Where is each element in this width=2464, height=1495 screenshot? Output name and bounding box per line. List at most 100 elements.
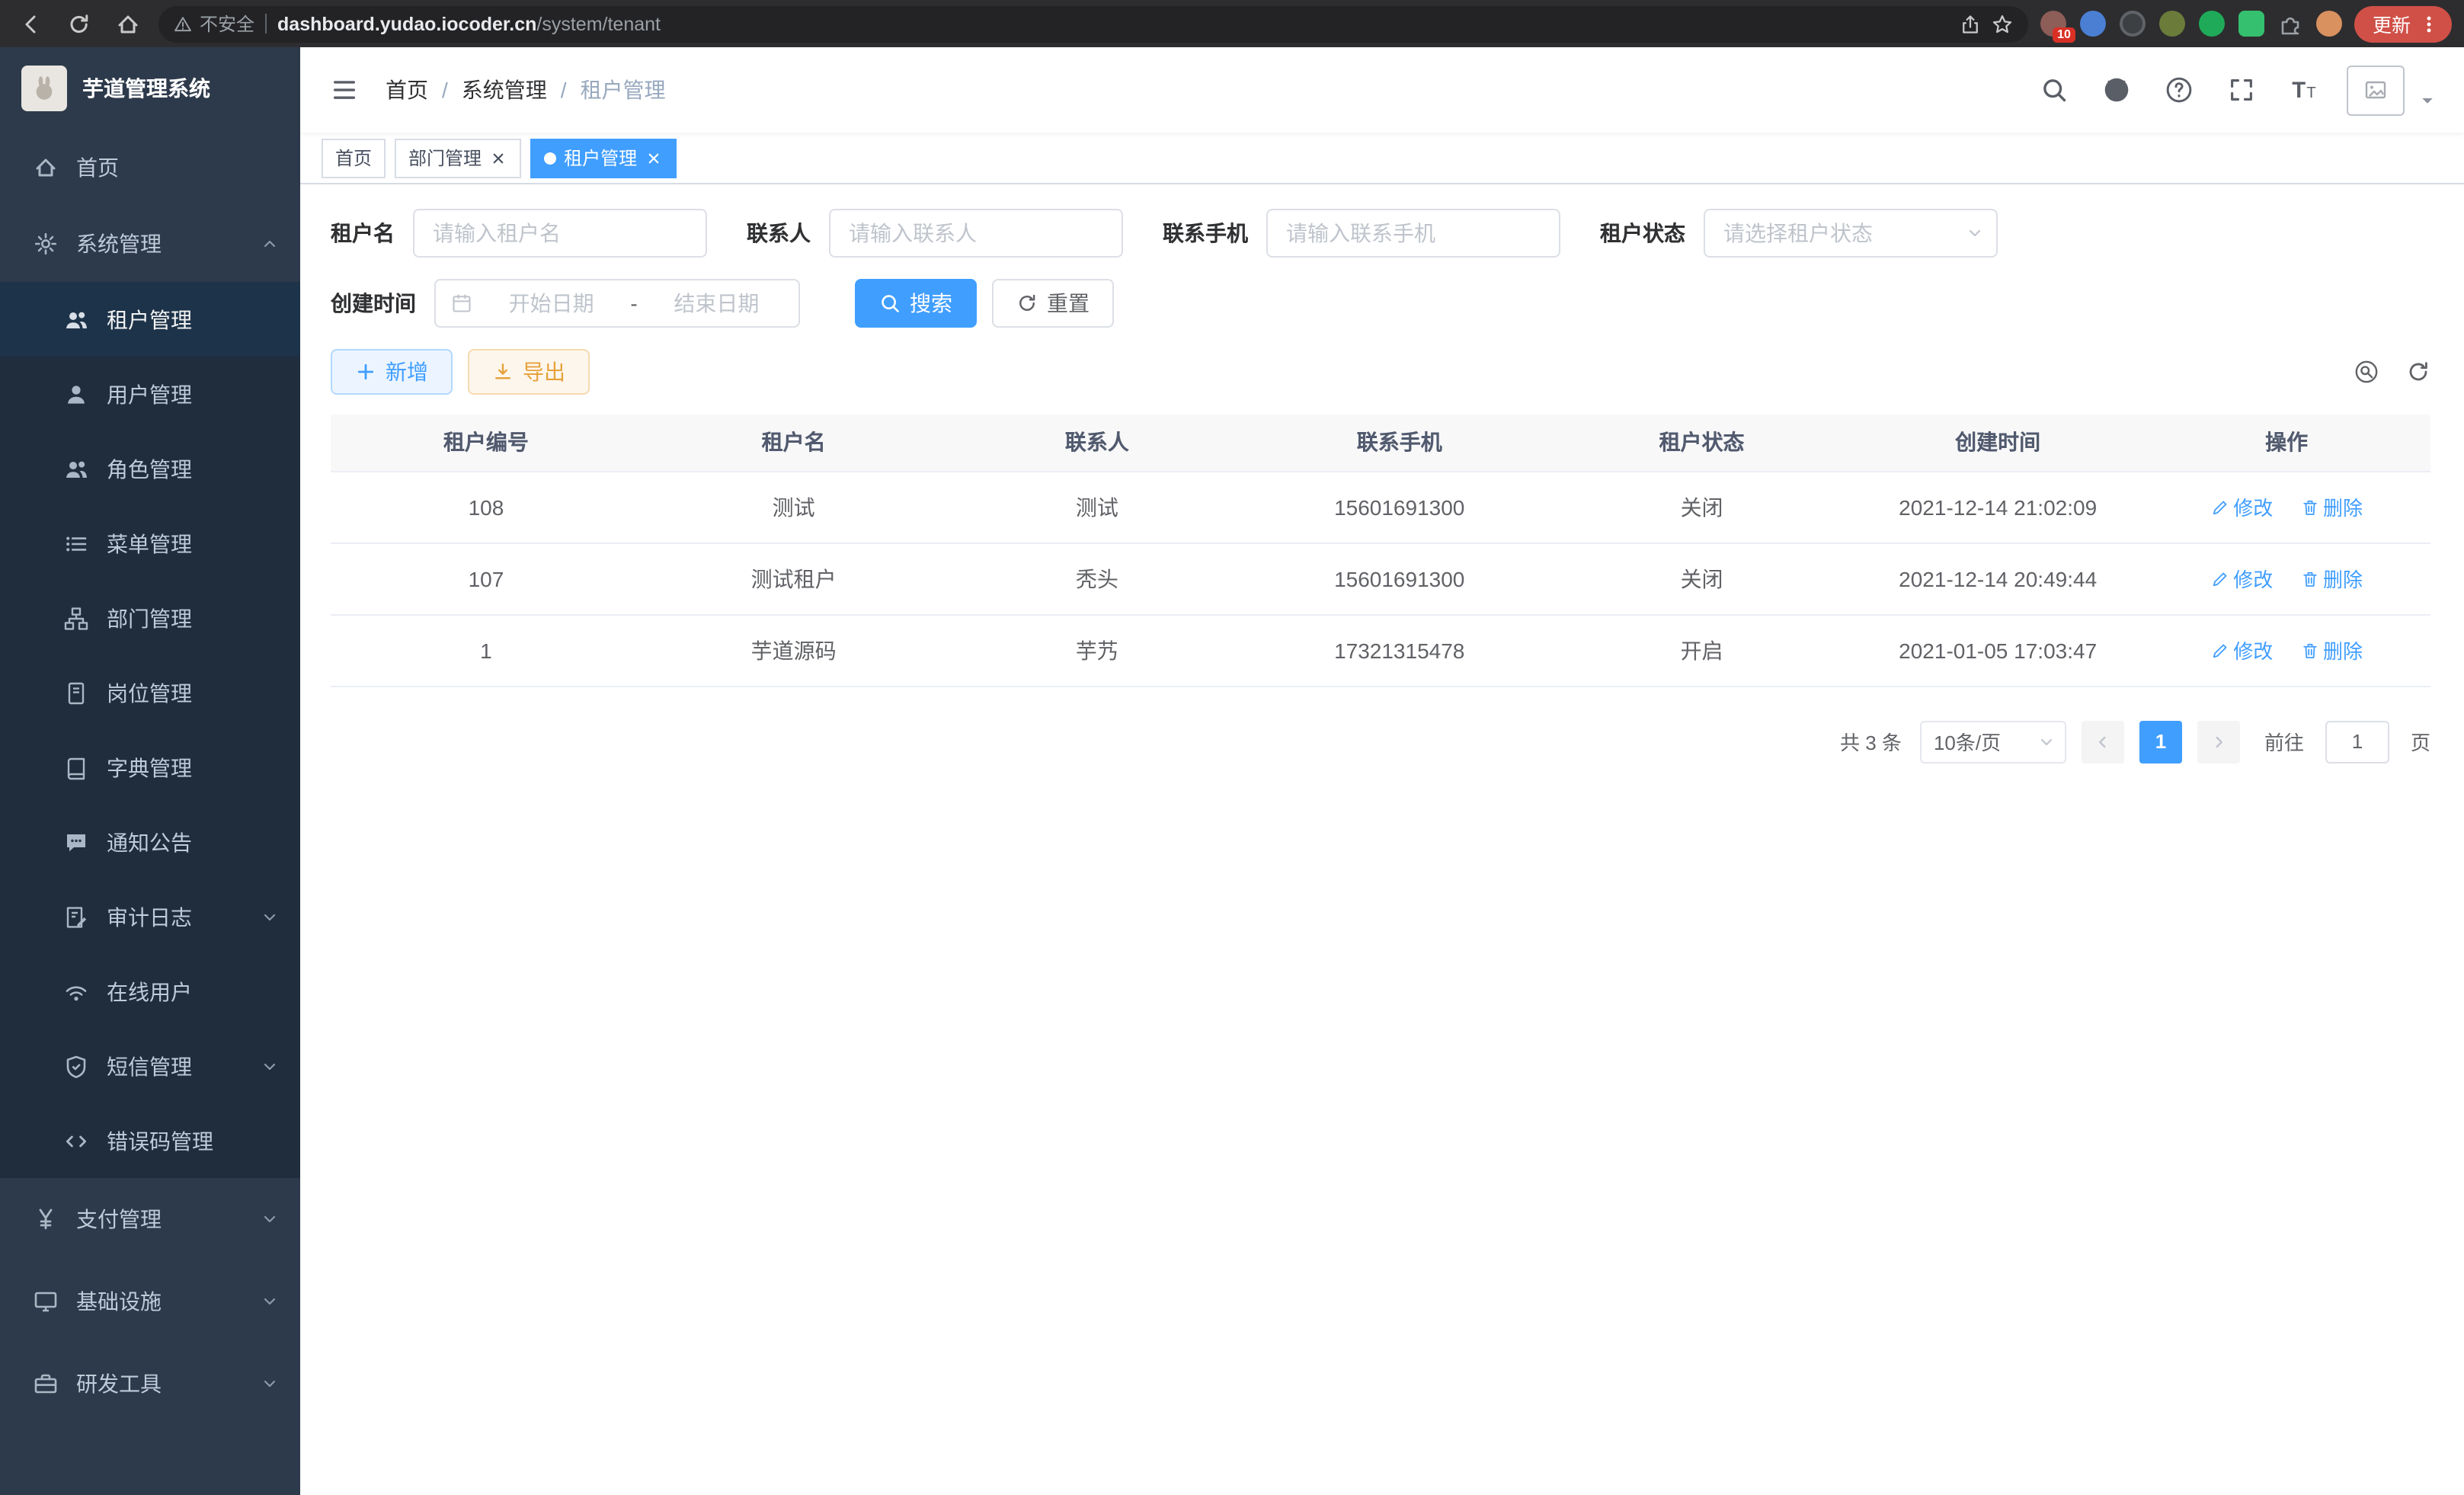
- help-icon[interactable]: [2159, 70, 2199, 110]
- sidebar-item-system[interactable]: 系统管理: [0, 206, 300, 282]
- sidebar-item-user[interactable]: 用户管理: [0, 357, 300, 431]
- delete-link[interactable]: 删除: [2300, 635, 2363, 664]
- search-icon[interactable]: [2034, 70, 2074, 110]
- browser-reload-button[interactable]: [61, 5, 98, 42]
- security-indicator[interactable]: 不安全: [174, 11, 254, 37]
- date-start-placeholder: 开始日期: [485, 288, 618, 319]
- page-number-button[interactable]: 1: [2139, 720, 2182, 763]
- update-label: 更新: [2373, 9, 2411, 38]
- add-button[interactable]: 新增: [331, 349, 453, 395]
- puzzle-extensions-icon[interactable]: [2278, 11, 2302, 36]
- sidebar-item-dev-tools[interactable]: 研发工具: [0, 1343, 300, 1425]
- sidebar-item-tenant[interactable]: 租户管理: [0, 282, 300, 357]
- delete-link[interactable]: 删除: [2300, 564, 2363, 593]
- fullscreen-icon[interactable]: [2222, 70, 2261, 110]
- sidebar-item-infrastructure[interactable]: 基础设施: [0, 1260, 300, 1343]
- prev-page-button[interactable]: [2082, 720, 2124, 763]
- github-icon[interactable]: [2097, 70, 2136, 110]
- goto-page-input[interactable]: [2325, 720, 2389, 763]
- chevron-down-icon: [261, 1375, 279, 1393]
- tab-label: 部门管理: [408, 145, 482, 171]
- browser-profile-avatar[interactable]: [2316, 11, 2342, 37]
- system-submenu: 租户管理 用户管理 角色管理 菜单管理 部门管理: [0, 282, 300, 1178]
- tab-home[interactable]: 首页: [322, 138, 386, 178]
- share-icon[interactable]: [1960, 13, 1981, 34]
- extension-icon-1[interactable]: 10: [2040, 11, 2066, 37]
- phone-input[interactable]: [1266, 209, 1560, 258]
- address-bar[interactable]: 不安全 dashboard.yudao.iocoder.cn/system/te…: [158, 5, 2028, 42]
- logo-avatar: [21, 66, 67, 111]
- close-icon[interactable]: [645, 149, 663, 167]
- sidebar-item-post[interactable]: 岗位管理: [0, 655, 300, 730]
- browser-home-button[interactable]: [110, 5, 146, 42]
- extensions-area: 10: [2040, 11, 2342, 37]
- reset-button[interactable]: 重置: [992, 279, 1114, 328]
- sidebar-item-label: 租户管理: [107, 304, 192, 335]
- font-size-icon[interactable]: [2284, 70, 2324, 110]
- extension-icon-3[interactable]: [2120, 11, 2146, 37]
- extension-icon-5[interactable]: [2199, 11, 2225, 37]
- sidebar-item-audit-log[interactable]: 审计日志: [0, 879, 300, 954]
- sidebar-item-role[interactable]: 角色管理: [0, 431, 300, 506]
- cell-tenant-id: 108: [469, 495, 504, 519]
- extension-icon-2[interactable]: [2080, 11, 2106, 37]
- breadcrumb-system[interactable]: 系统管理: [462, 75, 547, 105]
- extension-icon-4[interactable]: [2159, 11, 2185, 37]
- chevron-down-icon: [1966, 224, 1984, 242]
- page-size-value: 10条/页: [1934, 727, 2037, 756]
- shield-icon: [64, 1054, 88, 1078]
- tenant-name-input[interactable]: [413, 209, 707, 258]
- contact-input[interactable]: [829, 209, 1123, 258]
- bookmark-star-icon[interactable]: [1992, 13, 2013, 34]
- extension-icon-6[interactable]: [2238, 11, 2264, 37]
- close-icon[interactable]: [489, 149, 507, 167]
- trash-icon: [2300, 641, 2318, 659]
- status-select[interactable]: 请选择租户状态: [1704, 209, 1998, 258]
- sidebar-item-home[interactable]: 首页: [0, 130, 300, 206]
- sidebar-item-error-code[interactable]: 错误码管理: [0, 1103, 300, 1178]
- export-button[interactable]: 导出: [468, 349, 590, 395]
- sidebar-item-dict[interactable]: 字典管理: [0, 730, 300, 805]
- edit-link[interactable]: 修改: [2210, 635, 2273, 664]
- sidebar-item-label: 在线用户: [107, 976, 192, 1007]
- date-end-placeholder: 结束日期: [650, 288, 783, 319]
- browser-back-button[interactable]: [12, 5, 49, 42]
- user-avatar[interactable]: [2347, 65, 2405, 115]
- sidebar-item-menu[interactable]: 菜单管理: [0, 506, 300, 581]
- topbar-actions: [2034, 65, 2437, 115]
- cell-phone: 15601691300: [1334, 495, 1464, 519]
- tab-dept[interactable]: 部门管理: [395, 138, 521, 178]
- edit-link[interactable]: 修改: [2210, 492, 2273, 521]
- calendar-icon: [451, 293, 472, 314]
- search-button[interactable]: 搜索: [855, 279, 977, 328]
- cell-phone: 15601691300: [1334, 566, 1464, 591]
- page-size-select[interactable]: 10条/页: [1920, 720, 2066, 763]
- sidebar-toggle-icon[interactable]: [318, 64, 370, 116]
- logo[interactable]: 芋道管理系统: [0, 47, 300, 130]
- toggle-search-icon[interactable]: [2354, 360, 2379, 384]
- browser-menu-dots-icon[interactable]: [2418, 13, 2440, 34]
- extension-badge: 10: [2053, 27, 2075, 43]
- edit-link[interactable]: 修改: [2210, 564, 2273, 593]
- sidebar-item-payment[interactable]: 支付管理: [0, 1178, 300, 1260]
- badge-icon: [64, 680, 88, 705]
- sidebar-item-online-user[interactable]: 在线用户: [0, 954, 300, 1029]
- browser-update-button[interactable]: 更新: [2354, 5, 2452, 42]
- sidebar-item-sms[interactable]: 短信管理: [0, 1029, 300, 1103]
- delete-link[interactable]: 删除: [2300, 492, 2363, 521]
- pencil-icon: [2210, 498, 2229, 516]
- next-page-button[interactable]: [2197, 720, 2240, 763]
- refresh-table-icon[interactable]: [2406, 360, 2430, 384]
- tab-tenant[interactable]: 租户管理: [530, 138, 677, 178]
- doc-edit-icon: [64, 904, 88, 929]
- sidebar-item-dept[interactable]: 部门管理: [0, 581, 300, 655]
- warning-icon: [174, 14, 192, 33]
- sidebar-item-notice[interactable]: 通知公告: [0, 805, 300, 879]
- trash-icon: [2300, 498, 2318, 516]
- sidebar: 芋道管理系统 首页 系统管理 租户管理 用户管理: [0, 47, 300, 1495]
- date-range-picker[interactable]: 开始日期 - 结束日期: [434, 279, 800, 328]
- breadcrumb-home[interactable]: 首页: [386, 75, 428, 105]
- avatar-caret-down-icon[interactable]: [2418, 91, 2437, 110]
- col-contact: 联系人: [946, 415, 1248, 471]
- contact-label: 联系人: [747, 218, 811, 248]
